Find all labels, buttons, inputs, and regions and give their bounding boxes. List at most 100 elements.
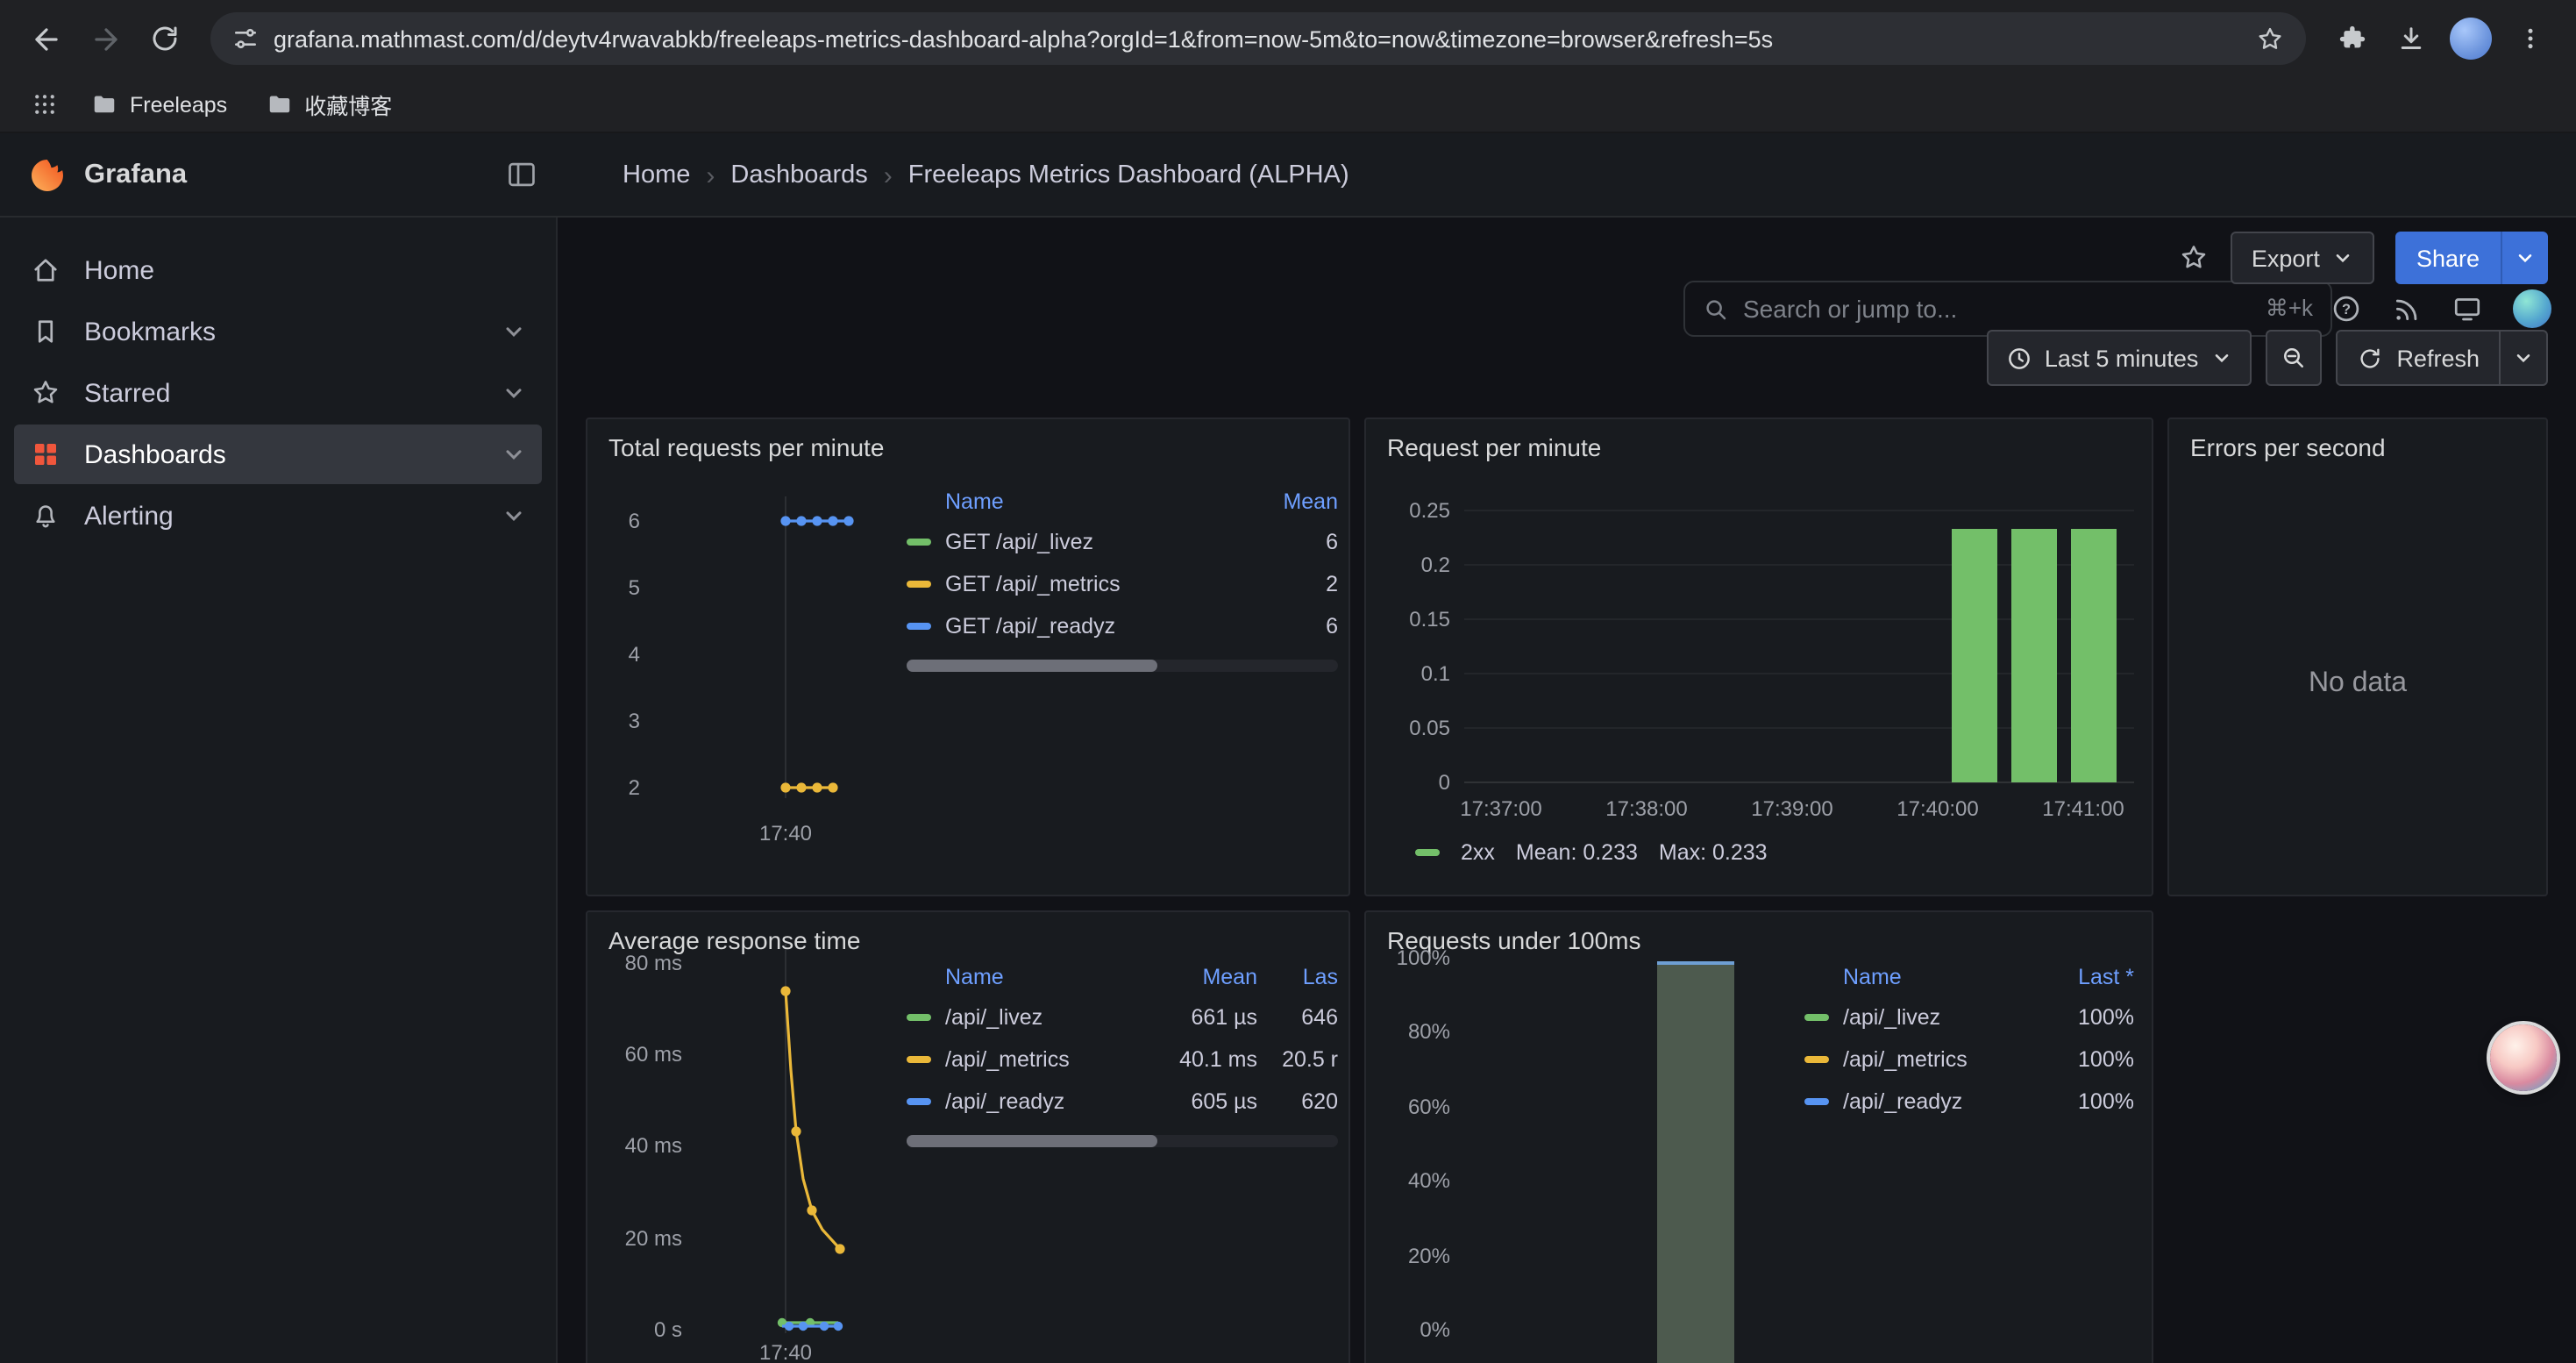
series-last: 100% [2043,1089,2134,1114]
help-icon[interactable]: ? [2330,293,2362,325]
browser-menu-icon[interactable] [2502,11,2558,67]
address-bar[interactable]: grafana.mathmast.com/d/deytv4rwavabkb/fr… [210,12,2306,65]
downloads-icon[interactable] [2383,11,2439,67]
bookmark-star-icon[interactable] [2255,24,2285,54]
back-icon[interactable] [18,11,74,67]
series-name[interactable]: GET /api/_livez [945,530,1250,554]
legend-row[interactable]: /api/_livez 100% [1804,996,2134,1038]
star-icon [30,377,61,409]
monitor-icon[interactable] [2451,293,2483,325]
y-tick: 2 [594,775,640,800]
panel-title[interactable]: Total requests per minute [608,433,884,461]
legend-row[interactable]: GET /api/_readyz 6 [907,605,1338,647]
reload-icon[interactable] [137,11,193,67]
legend-table: Name Last * /api/_livez 100% /api/_metri… [1804,958,2134,1123]
y-tick: 20% [1373,1244,1450,1268]
legend-col-name[interactable]: Name [945,489,1250,514]
share-button[interactable]: Share [2395,232,2548,284]
series-max: Max: 0.233 [1659,840,1768,865]
sidebar-item-alerting[interactable]: Alerting [14,486,542,546]
grafana-brand[interactable]: Grafana [28,156,187,195]
time-range-picker[interactable]: Last 5 minutes [1987,330,2252,386]
url-text[interactable]: grafana.mathmast.com/d/deytv4rwavabkb/fr… [274,25,2241,52]
legend-col-name[interactable]: Name [1843,965,2043,989]
apps-grid-icon[interactable] [21,82,67,127]
breadcrumb-home[interactable]: Home [623,161,690,189]
series-name[interactable]: /api/_readyz [1843,1089,2043,1114]
series-name[interactable]: /api/_livez [1843,1005,2043,1030]
site-settings-icon[interactable] [231,25,260,53]
y-tick: 6 [594,509,640,533]
legend-row[interactable]: GET /api/_metrics 2 [907,563,1338,605]
legend-row[interactable]: /api/_metrics 40.1 ms 20.5 r [907,1038,1338,1081]
series-mean: 40.1 ms [1149,1047,1257,1072]
legend-row[interactable]: /api/_metrics 100% [1804,1038,2134,1081]
user-avatar[interactable] [2513,289,2551,328]
line-chart[interactable] [693,944,910,1347]
series-name[interactable]: 2xx [1461,840,1495,865]
floating-assistant-avatar[interactable] [2490,1024,2557,1091]
share-menu-caret[interactable] [2501,232,2548,284]
panel-title[interactable]: Request per minute [1387,433,1601,461]
export-button[interactable]: Export [2231,232,2374,284]
line-chart[interactable] [647,489,903,805]
scrollbar-thumb[interactable] [907,660,1156,672]
chevron-down-icon[interactable] [502,319,526,344]
refresh-icon [2356,345,2382,371]
bookmark-folder-blogs[interactable]: 收藏博客 [252,83,406,125]
legend-col-mean[interactable]: Mean [1250,489,1338,514]
chevron-down-icon [2513,347,2534,368]
chevron-down-icon[interactable] [502,503,526,528]
mega-menu-toggle-icon[interactable] [505,158,538,191]
bar-100-percent[interactable] [1657,961,1734,1363]
breadcrumb-dashboards[interactable]: Dashboards [730,161,867,189]
series-name[interactable]: /api/_metrics [945,1047,1149,1072]
panel-avg-response-time: Average response time 80 ms 60 ms 40 ms … [586,910,1350,1363]
sidebar-item-dashboards[interactable]: Dashboards [14,425,542,484]
profile-avatar[interactable] [2443,11,2499,67]
chevron-down-icon[interactable] [502,381,526,405]
folder-icon [266,91,292,118]
legend-col-mean[interactable]: Mean [1149,965,1257,989]
refresh-button[interactable]: Refresh [2335,330,2548,386]
series-name[interactable]: GET /api/_metrics [945,572,1250,596]
refresh-interval-caret[interactable] [2499,332,2546,384]
bar-chart[interactable] [1464,503,2134,788]
extensions-icon[interactable] [2323,11,2380,67]
sidebar-item-bookmarks[interactable]: Bookmarks [14,302,542,361]
y-tick: 100% [1373,946,1450,970]
legend-row[interactable]: /api/_readyz 605 µs 620 [907,1081,1338,1123]
legend-row[interactable]: /api/_readyz 100% [1804,1081,2134,1123]
forward-icon[interactable] [77,11,133,67]
series-name[interactable]: /api/_metrics [1843,1047,2043,1072]
legend-col-name[interactable]: Name [945,965,1149,989]
series-name[interactable]: /api/_livez [945,1005,1149,1030]
series-mean: 6 [1250,614,1338,639]
legend-scrollbar[interactable] [907,1135,1338,1147]
news-rss-icon[interactable] [2392,294,2422,324]
legend-col-last[interactable]: Las [1257,965,1338,989]
breadcrumb: Home › Dashboards › Freeleaps Metrics Da… [623,133,1349,218]
zoom-out-button[interactable] [2265,330,2321,386]
legend-col-last[interactable]: Last * [2043,965,2134,989]
chevron-down-icon[interactable] [502,442,526,467]
bookmark-folder-freeleaps[interactable]: Freeleaps [77,83,241,125]
sidebar-item-starred[interactable]: Starred [14,363,542,423]
series-name[interactable]: GET /api/_readyz [945,614,1250,639]
scrollbar-thumb[interactable] [907,1135,1156,1147]
breadcrumb-current: Freeleaps Metrics Dashboard (ALPHA) [908,161,1349,189]
sidebar-item-home[interactable]: Home [14,240,542,300]
home-icon [30,254,61,286]
legend-row[interactable]: /api/_livez 661 µs 646 [907,996,1338,1038]
bookmark-icon [30,316,61,347]
panel-title[interactable]: Errors per second [2190,433,2386,461]
series-name[interactable]: /api/_readyz [945,1089,1149,1114]
favorite-star-icon[interactable] [2178,242,2210,274]
bookmarks-bar: Freeleaps 收藏博客 [0,77,2576,133]
legend-row[interactable]: GET /api/_livez 6 [907,521,1338,563]
search-input[interactable] [1743,295,2252,323]
search-box[interactable]: ⌘+k [1683,281,2332,337]
grafana-logo-icon [28,156,67,195]
legend: 2xx Mean: 0.233 Max: 0.233 [1415,840,1768,865]
legend-scrollbar[interactable] [907,660,1338,672]
